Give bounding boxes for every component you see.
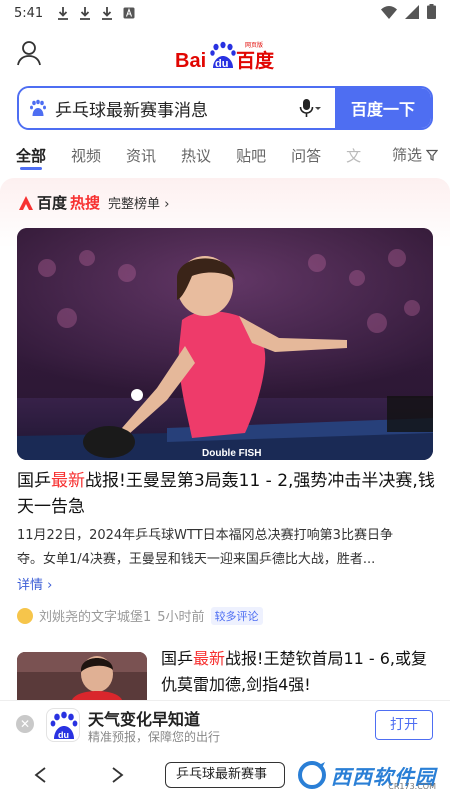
search-tabs: 全部 视频 资讯 热议 贴吧 问答 文 筛选 bbox=[0, 140, 450, 170]
tab-qa[interactable]: 问答 bbox=[291, 145, 321, 166]
header: Bai du 百度 网页版 bbox=[0, 32, 450, 82]
full-list-label: 完整榜单 bbox=[108, 197, 161, 212]
voice-search[interactable] bbox=[299, 96, 327, 120]
logo-text-bai: Bai bbox=[175, 50, 206, 72]
tab-all[interactable]: 全部 bbox=[16, 145, 46, 166]
hot-brand-a: 百度 bbox=[37, 194, 68, 212]
battery-icon bbox=[427, 4, 436, 19]
status-time: 5:41 bbox=[14, 5, 44, 21]
user-icon[interactable] bbox=[16, 40, 42, 66]
hot-flame-icon bbox=[19, 195, 33, 210]
logo-text-du: du bbox=[215, 58, 228, 70]
logo-text-cn: 百度 bbox=[236, 49, 275, 72]
microphone-icon bbox=[299, 99, 321, 117]
title-prefix: 国乒 bbox=[161, 649, 194, 668]
source-name[interactable]: 刘姚尧的文字城堡1 bbox=[39, 606, 151, 625]
search-bar: 乒乓球最新赛事消息 百度一下 bbox=[17, 86, 433, 130]
search-query: 乒乓球最新赛事消息 bbox=[55, 100, 208, 121]
feature-news-image[interactable]: Double FISH bbox=[17, 228, 433, 460]
news-source-row: 刘姚尧的文字城堡1 5小时前 较多评论 bbox=[17, 606, 263, 625]
detail-label: 详情 bbox=[17, 578, 44, 593]
tab-library[interactable]: 文 bbox=[346, 145, 361, 166]
download-icon bbox=[102, 7, 113, 20]
baidu-app-icon: du bbox=[46, 708, 80, 742]
paw-icon bbox=[30, 99, 46, 116]
hot-search-header: 百度 热搜 完整榜单 › bbox=[18, 192, 169, 213]
baidu-logo: Bai du 百度 网页版 bbox=[175, 38, 285, 74]
chevron-right-icon: › bbox=[47, 578, 53, 593]
second-news-title[interactable]: 国乒最新战报!王楚钦首局11 - 6,或复仇莫雷加德,剑指4强! bbox=[161, 646, 436, 698]
title-prefix: 国乒 bbox=[17, 471, 51, 491]
feature-news-title[interactable]: 国乒最新战报!王曼昱第3局轰11 - 2,强势冲击半决赛,钱天一告急 bbox=[17, 468, 435, 520]
search-input[interactable]: 乒乓球最新赛事消息 bbox=[19, 88, 335, 128]
hot-brand-b: 热搜 bbox=[70, 194, 101, 212]
app-download-banner: ✕ du 天气变化早知道 精准预报，保障您的出行 打开 bbox=[0, 700, 450, 750]
watermark-logo: 西西软件园 CR173.COM bbox=[297, 754, 436, 796]
title-highlight: 最新 bbox=[193, 649, 226, 668]
forward-icon[interactable] bbox=[108, 766, 126, 784]
full-list-link[interactable]: 完整榜单 › bbox=[108, 193, 169, 212]
watermark-sub: CR173.COM bbox=[388, 782, 436, 791]
second-news-image[interactable] bbox=[17, 652, 147, 700]
hot-search-logo: 百度 热搜 bbox=[18, 192, 100, 213]
publish-time: 5小时前 bbox=[157, 610, 205, 625]
app-icon-text: du bbox=[58, 730, 69, 740]
tab-discussion[interactable]: 热议 bbox=[181, 145, 211, 166]
filter-label: 筛选 bbox=[391, 146, 422, 164]
source-avatar bbox=[17, 607, 33, 624]
title-highlight: 最新 bbox=[51, 471, 85, 491]
tab-video[interactable]: 视频 bbox=[71, 145, 101, 166]
app-banner-subtitle: 精准预报，保障您的出行 bbox=[88, 730, 221, 744]
search-button[interactable]: 百度一下 bbox=[335, 88, 431, 128]
browser-bottom-nav: 乒乓球最新赛事 西西软件园 CR173.COM bbox=[0, 750, 450, 800]
filter-icon bbox=[426, 149, 438, 161]
tab-news[interactable]: 资讯 bbox=[126, 145, 156, 166]
watermark-icon bbox=[298, 761, 326, 789]
detail-link[interactable]: 详情 › bbox=[17, 574, 52, 593]
tab-indicator bbox=[20, 167, 42, 170]
comment-badge: 较多评论 bbox=[210, 606, 263, 625]
download-icon bbox=[58, 7, 69, 20]
filter-button[interactable]: 筛选 bbox=[377, 144, 438, 165]
back-icon[interactable] bbox=[32, 766, 50, 784]
font-app-icon bbox=[123, 7, 135, 19]
sponsor-text: Double FISH bbox=[202, 448, 261, 459]
close-icon[interactable]: ✕ bbox=[16, 715, 34, 733]
app-banner-title: 天气变化早知道 bbox=[88, 710, 201, 729]
tab-tieba[interactable]: 贴吧 bbox=[236, 145, 266, 166]
logo-small-text: 网页版 bbox=[245, 41, 263, 49]
status-bar: 5:41 bbox=[0, 0, 450, 26]
feature-news-summary: 11月22日，2024年乒乓球WTT日本福冈总决赛打响第3比赛日争夺。女单1/4… bbox=[17, 528, 393, 567]
current-query-chip[interactable]: 乒乓球最新赛事 bbox=[165, 762, 285, 788]
download-icon bbox=[80, 7, 91, 20]
notification-icons bbox=[57, 6, 135, 20]
chevron-right-icon: › bbox=[164, 197, 170, 212]
wifi-icon bbox=[381, 5, 397, 19]
signal-icon bbox=[405, 4, 419, 19]
results-area: 百度 热搜 完整榜单 › Double FISH 国乒最新战报!王曼昱第3局轰1… bbox=[0, 178, 450, 700]
open-app-button[interactable]: 打开 bbox=[375, 710, 433, 740]
system-icons bbox=[381, 4, 436, 19]
